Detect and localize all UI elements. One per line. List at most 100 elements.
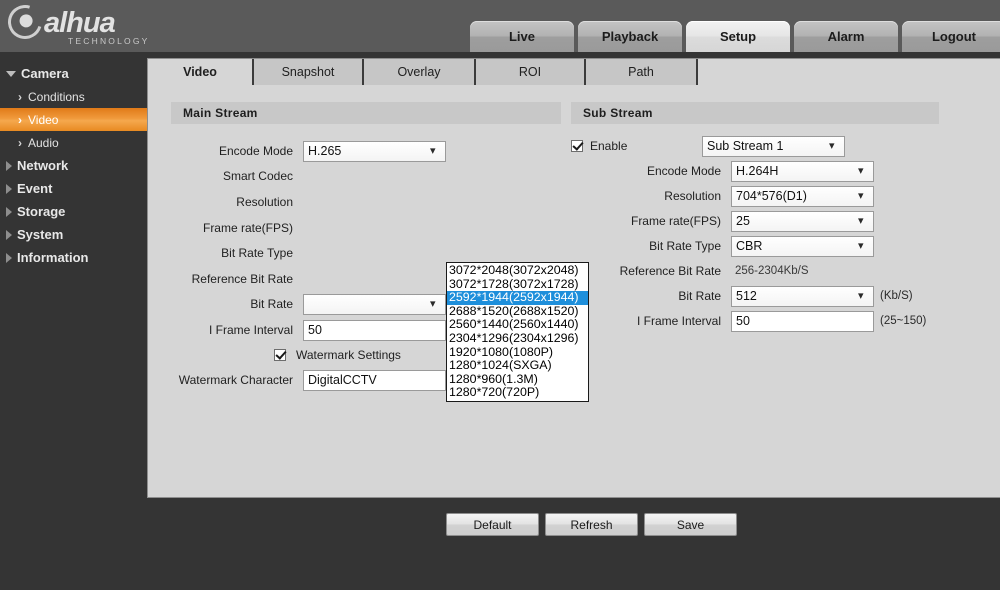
select-sub-encode-mode[interactable]: H.264H ▾ <box>731 161 874 182</box>
topnav-live[interactable]: Live <box>470 21 574 52</box>
tab-snapshot[interactable]: Snapshot <box>254 59 364 85</box>
sidebar-label-storage: Storage <box>17 204 65 219</box>
row-sub-bit-rate-type: Bit Rate Type CBR ▾ <box>571 235 874 257</box>
tab-path[interactable]: Path <box>586 59 698 85</box>
label-sub-i-frame-interval: I Frame Interval <box>571 314 721 328</box>
label-sub-encode-mode: Encode Mode <box>571 164 721 178</box>
select-sub-bit-rate-type[interactable]: CBR ▾ <box>731 236 874 257</box>
value-sub-reference-bit-rate: 256-2304Kb/S <box>735 265 809 277</box>
value-sub-encode-mode: H.264H <box>736 164 778 178</box>
dropdown-option[interactable]: 3072*1728(3072x1728) <box>447 278 588 292</box>
row-sub-reference-bit-rate: Reference Bit Rate 256-2304Kb/S <box>571 260 809 282</box>
dropdown-option[interactable]: 2304*1296(2304x1296) <box>447 332 588 346</box>
dahua-web-ui: alhua TECHNOLOGY Live Playback Setup Ala… <box>0 0 1000 590</box>
save-button[interactable]: Save <box>644 513 737 536</box>
row-sub-frame-rate: Frame rate(FPS) 25 ▾ <box>571 210 874 232</box>
row-main-watermark-character: Watermark Character DigitalCCTV <box>171 369 446 391</box>
label-main-bit-rate: Bit Rate <box>171 297 293 311</box>
content-panel: Video Snapshot Overlay ROI Path ? Main S… <box>147 58 1000 498</box>
brand-tagline: TECHNOLOGY <box>68 36 150 46</box>
value-sub-stream-number: Sub Stream 1 <box>707 139 783 153</box>
dahua-logo-icon <box>2 0 48 45</box>
select-sub-resolution[interactable]: 704*576(D1) ▾ <box>731 186 874 207</box>
triangle-right-icon <box>6 161 12 171</box>
chevron-down-icon: ▾ <box>858 218 867 224</box>
main-stream-section-title: Main Stream <box>171 102 561 124</box>
dropdown-option[interactable]: 2560*1440(2560x1440) <box>447 318 588 332</box>
dropdown-option[interactable]: 1280*1024(SXGA) <box>447 359 588 373</box>
row-main-reference-bit-rate: Reference Bit Rate <box>171 268 293 290</box>
input-watermark-character[interactable]: DigitalCCTV <box>303 370 446 391</box>
sub-stream-section-title: Sub Stream <box>571 102 939 124</box>
row-main-watermark-settings: Watermark Settings <box>171 344 401 366</box>
tab-overlay[interactable]: Overlay <box>364 59 476 85</box>
sidebar-item-audio[interactable]: › Audio <box>0 131 147 154</box>
row-main-frame-rate: Frame rate(FPS) <box>171 217 293 239</box>
select-main-bit-rate[interactable]: ▾ <box>303 294 446 315</box>
hint-sub-i-frame-range: (25~150) <box>880 315 926 327</box>
dropdown-option[interactable]: 2688*1520(2688x1520) <box>447 305 588 319</box>
sidebar-item-video[interactable]: › Video <box>0 108 147 131</box>
sidebar-label-event: Event <box>17 181 52 196</box>
tab-video[interactable]: Video <box>148 59 254 85</box>
checkbox-sub-stream-enable[interactable] <box>571 140 583 152</box>
label-main-bit-rate-type: Bit Rate Type <box>171 246 293 260</box>
label-sub-bit-rate-type: Bit Rate Type <box>571 239 721 253</box>
select-sub-frame-rate[interactable]: 25 ▾ <box>731 211 874 232</box>
label-sub-frame-rate: Frame rate(FPS) <box>571 214 721 228</box>
label-main-frame-rate: Frame rate(FPS) <box>171 221 293 235</box>
sidebar-item-system[interactable]: System <box>0 223 147 246</box>
dropdown-option-selected[interactable]: 2592*1944(2592x1944) <box>447 291 588 305</box>
select-sub-stream-number[interactable]: Sub Stream 1 ▾ <box>702 136 845 157</box>
label-main-i-frame-interval: I Frame Interval <box>171 323 293 337</box>
dropdown-option[interactable]: 3072*2048(3072x2048) <box>447 264 588 278</box>
refresh-button[interactable]: Refresh <box>545 513 638 536</box>
row-sub-encode-mode: Encode Mode H.264H ▾ <box>571 160 874 182</box>
sidebar-item-storage[interactable]: Storage <box>0 200 147 223</box>
dropdown-option[interactable]: 1280*720(720P) <box>447 386 588 400</box>
label-watermark-character: Watermark Character <box>171 373 293 387</box>
sidebar-item-event[interactable]: Event <box>0 177 147 200</box>
form-actions: Default Refresh Save <box>446 513 743 536</box>
default-button[interactable]: Default <box>446 513 539 536</box>
select-main-encode-mode[interactable]: H.265 ▾ <box>303 141 446 162</box>
dropdown-main-resolution-list[interactable]: 3072*2048(3072x2048) 3072*1728(3072x1728… <box>446 262 589 402</box>
triangle-right-icon <box>6 207 12 217</box>
hint-sub-bit-rate-unit: (Kb/S) <box>880 290 913 302</box>
label-main-resolution: Resolution <box>171 195 293 209</box>
label-main-smart-codec: Smart Codec <box>171 169 293 183</box>
topnav-setup[interactable]: Setup <box>686 21 790 52</box>
chevron-right-icon: › <box>18 90 22 104</box>
row-main-smart-codec: Smart Codec <box>171 165 293 187</box>
triangle-right-icon <box>6 253 12 263</box>
select-sub-bit-rate[interactable]: 512 ▾ <box>731 286 874 307</box>
row-main-resolution: Resolution <box>171 191 293 213</box>
checkbox-watermark-settings[interactable] <box>274 349 286 361</box>
sidebar-label-system: System <box>17 227 63 242</box>
sidebar-item-network[interactable]: Network <box>0 154 147 177</box>
row-sub-resolution: Resolution 704*576(D1) ▾ <box>571 185 874 207</box>
label-sub-enable: Enable <box>590 139 702 153</box>
tab-roi[interactable]: ROI <box>476 59 586 85</box>
chevron-down-icon: ▾ <box>858 243 867 249</box>
sidebar-label-information: Information <box>17 250 89 265</box>
chevron-down-icon: ▾ <box>829 143 838 149</box>
sidebar-label-video: Video <box>28 113 58 127</box>
topnav-alarm[interactable]: Alarm <box>794 21 898 52</box>
input-main-i-frame-interval[interactable]: 50 <box>303 320 446 341</box>
sidebar-label-camera: Camera <box>21 66 69 81</box>
sidebar-item-information[interactable]: Information <box>0 246 147 269</box>
dropdown-option[interactable]: 1920*1080(1080P) <box>447 346 588 360</box>
content-tabs: Video Snapshot Overlay ROI Path ? <box>148 59 1000 85</box>
dropdown-option[interactable]: 1280*960(1.3M) <box>447 373 588 387</box>
topnav-playback[interactable]: Playback <box>578 21 682 52</box>
topnav-logout[interactable]: Logout <box>902 21 1000 52</box>
value-sub-frame-rate: 25 <box>736 214 750 228</box>
row-sub-i-frame-interval: I Frame Interval 50 (25~150) <box>571 310 926 332</box>
input-sub-i-frame-interval[interactable]: 50 <box>731 311 874 332</box>
sidebar-item-camera[interactable]: Camera <box>0 62 147 85</box>
sidebar-item-conditions[interactable]: › Conditions <box>0 85 147 108</box>
label-watermark-settings: Watermark Settings <box>296 348 401 362</box>
chevron-down-icon: ▾ <box>858 168 867 174</box>
chevron-down-icon: ▾ <box>430 148 439 154</box>
